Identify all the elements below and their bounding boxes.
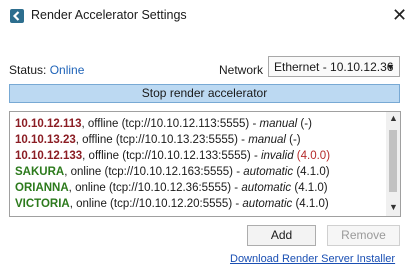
scroll-down-icon[interactable]: ▼ xyxy=(389,202,398,212)
server-row[interactable]: VICTORIA, online (tcp://10.10.12.20:5555… xyxy=(15,197,329,211)
server-mode: manual xyxy=(259,118,298,130)
title-bar: Render Accelerator Settings ✕ xyxy=(0,0,408,32)
network-label: Network xyxy=(219,63,264,77)
network-selected-value: Ethernet - 10.10.12.36 xyxy=(274,60,394,74)
server-state: online xyxy=(75,182,106,194)
server-state: offline xyxy=(88,150,120,162)
dropdown-arrow-icon: ▼ xyxy=(386,62,395,72)
server-name: ORIANNA xyxy=(15,182,69,194)
add-button[interactable]: Add xyxy=(247,225,316,246)
server-version: (4.1.0) xyxy=(296,166,330,178)
server-version: (4.1.0) xyxy=(295,198,329,210)
server-state: online xyxy=(76,198,107,210)
server-version: (4.0.0) xyxy=(296,150,331,162)
stop-render-accelerator-button[interactable]: Stop render accelerator xyxy=(9,84,400,103)
status-value: Online xyxy=(49,63,85,77)
scrollbar-thumb[interactable] xyxy=(389,130,397,192)
server-state: offline xyxy=(87,118,119,130)
server-version: (-) xyxy=(289,134,301,146)
server-name: 10.10.12.113 xyxy=(15,118,82,130)
status-line: Status: Online xyxy=(9,63,84,77)
remove-button[interactable]: Remove xyxy=(327,225,400,246)
server-row[interactable]: SAKURA, online (tcp://10.10.12.163:5555)… xyxy=(15,165,330,179)
server-mode: automatic xyxy=(243,166,294,178)
list-scrollbar[interactable]: ▲ ▼ xyxy=(386,112,400,216)
server-name: 10.10.13.23 xyxy=(15,134,76,146)
server-state: offline xyxy=(82,134,113,146)
server-mode: automatic xyxy=(241,182,292,194)
server-name: VICTORIA xyxy=(15,198,70,210)
status-label: Status: xyxy=(9,63,47,77)
server-row[interactable]: 10.10.12.133, offline (tcp://10.10.12.13… xyxy=(15,149,330,163)
server-mode: invalid xyxy=(260,150,294,162)
server-state: online xyxy=(70,166,102,178)
server-name: SAKURA xyxy=(15,166,65,178)
server-version: (4.1.0) xyxy=(294,182,328,194)
server-address: (tcp://10.10.13.23:5555) xyxy=(115,134,238,146)
server-address: (tcp://10.10.12.36:5555) xyxy=(108,182,232,194)
server-mode: manual xyxy=(248,134,286,146)
server-address: (tcp://10.10.12.133:5555) xyxy=(122,150,251,162)
server-version: (-) xyxy=(300,118,312,130)
server-list[interactable]: 10.10.12.113, offline (tcp://10.10.12.11… xyxy=(9,111,401,217)
server-name: 10.10.12.133 xyxy=(15,150,83,162)
window-title: Render Accelerator Settings xyxy=(31,8,187,22)
download-installer-link[interactable]: Download Render Server Installer xyxy=(230,253,395,265)
server-mode: automatic xyxy=(242,198,293,210)
scroll-up-icon[interactable]: ▲ xyxy=(389,113,398,123)
server-row[interactable]: 10.10.12.113, offline (tcp://10.10.12.11… xyxy=(15,117,312,131)
network-select[interactable]: Ethernet - 10.10.12.36 ▼ xyxy=(268,56,400,77)
server-address: (tcp://10.10.12.163:5555) xyxy=(104,166,234,178)
server-row[interactable]: 10.10.13.23, offline (tcp://10.10.13.23:… xyxy=(15,133,301,147)
server-address: (tcp://10.10.12.113:5555) xyxy=(121,118,250,130)
app-logo-icon xyxy=(10,9,24,23)
server-address: (tcp://10.10.12.20:5555) xyxy=(110,198,233,210)
close-icon[interactable]: ✕ xyxy=(392,5,407,25)
server-row[interactable]: ORIANNA, online (tcp://10.10.12.36:5555)… xyxy=(15,181,328,195)
